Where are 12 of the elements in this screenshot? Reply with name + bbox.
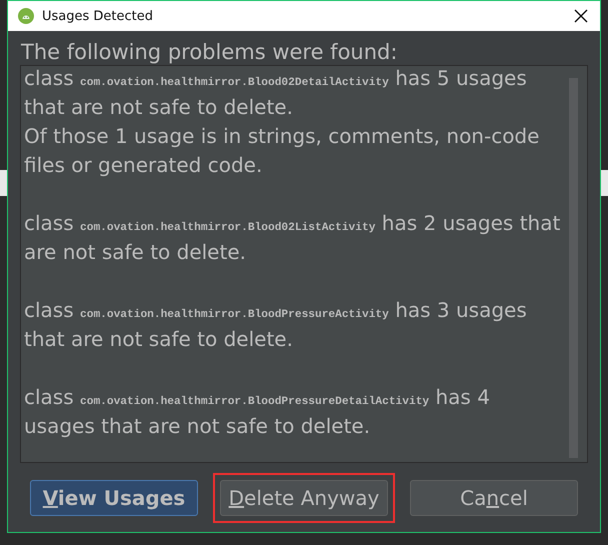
dialog-button[interactable]: Cancel	[410, 480, 578, 516]
problem-note: Of those 1 usage is in strings, comments, non-code files or generated code.	[24, 123, 540, 179]
problem-message: class com.ovation.healthmirror.Blood02DetailActivity has 5 usages that are not safe to delete.	[24, 66, 528, 121]
problem-message: class com.ovation.healthmirror.Blood02ListActivity has 2 usages that are not safe to delete.	[24, 210, 562, 266]
dialog-heading: The following problems were found:	[20, 39, 398, 65]
problem-message: class com.ovation.healthmirror.BloodPressureDetailActivity has 4 usages that are not safe to delete.	[24, 384, 491, 440]
android-icon	[18, 8, 34, 24]
window-title: Usages Detected	[42, 8, 154, 24]
dialog-button[interactable]: View Usages	[30, 480, 198, 516]
dialog-button[interactable]: Delete Anyway	[220, 480, 388, 516]
problem-message: class com.ovation.healthmirror.BloodPressureActivity has 3 usages that are not safe to delete.	[24, 297, 528, 353]
close-icon[interactable]	[574, 9, 588, 23]
